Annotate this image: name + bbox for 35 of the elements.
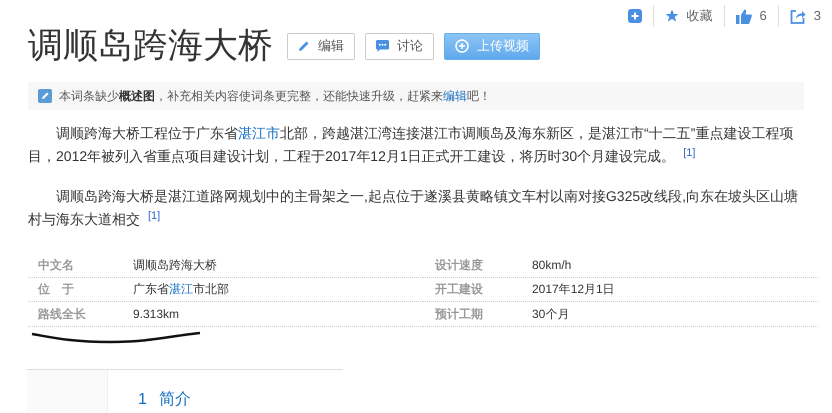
link[interactable]: 湛江市 bbox=[238, 125, 280, 141]
favorite-label: 收藏 bbox=[686, 7, 713, 26]
field-value: 2017年12月1日 bbox=[532, 281, 615, 298]
field-label: 预计工期 bbox=[435, 306, 484, 323]
chat-icon bbox=[376, 40, 389, 52]
thumbs-up-icon[interactable] bbox=[736, 8, 752, 24]
link[interactable]: 湛江 bbox=[169, 282, 193, 296]
field-value: 调顺岛跨海大桥 bbox=[133, 256, 217, 274]
reference-link[interactable]: [1] bbox=[683, 146, 696, 158]
field-label: 中文名 bbox=[38, 256, 75, 274]
count-label: 6 bbox=[760, 7, 767, 26]
catalog-link[interactable]: 1 简介 bbox=[138, 390, 191, 410]
star-icon[interactable] bbox=[664, 9, 679, 23]
field-value: 9.313km bbox=[133, 306, 180, 323]
field-label: 开工建设 bbox=[435, 281, 484, 298]
share-icon[interactable] bbox=[790, 8, 806, 24]
page-title: 调顺岛跨海大桥 bbox=[28, 25, 273, 67]
field-value: 广东省湛江市北部 bbox=[133, 281, 229, 298]
paragraph: 调顺跨海大桥工程位于广东省湛江市北部，跨越湛江湾连接湛江市调顺岛及海东新区，是湛江市“十二五”重点建设工程项目，2012年被列入省重点项目建设计划，工程于2017年12月1日正式开工建设，将历时30个月建设完成。 $^{[1]}$ bbox=[28, 124, 794, 166]
plus-circle-icon bbox=[455, 39, 469, 53]
field-label: 位 于 bbox=[38, 281, 75, 298]
field-value: 80km/h bbox=[532, 256, 572, 274]
link[interactable]: 编辑 bbox=[443, 89, 467, 103]
paragraph: 调顺岛跨海大桥是湛江道路网规划中的主骨架之一,起点位于遂溪县黄略镇文车村以南对接G325改线段,向东在坡头区山塘村与海东大道相交 $^{[1]}$ bbox=[28, 187, 800, 229]
reference-link[interactable]: [1] bbox=[148, 210, 160, 222]
notice-text: 本词条缺少概述图，补充相关内容使词条更完整，还能快速升级，赶紧来编辑吧！ bbox=[59, 88, 491, 105]
count-label: 3 bbox=[814, 7, 821, 26]
field-value: 30个月 bbox=[532, 306, 570, 323]
field-label: 路线全长 bbox=[38, 306, 87, 323]
edit-button[interactable]: 编辑 bbox=[287, 32, 355, 60]
edit-icon bbox=[38, 89, 52, 103]
plus-icon[interactable] bbox=[628, 9, 642, 23]
pencil-icon bbox=[298, 40, 310, 52]
field-label: 设计速度 bbox=[435, 256, 484, 274]
discuss-button[interactable]: 讨论 bbox=[365, 32, 434, 60]
